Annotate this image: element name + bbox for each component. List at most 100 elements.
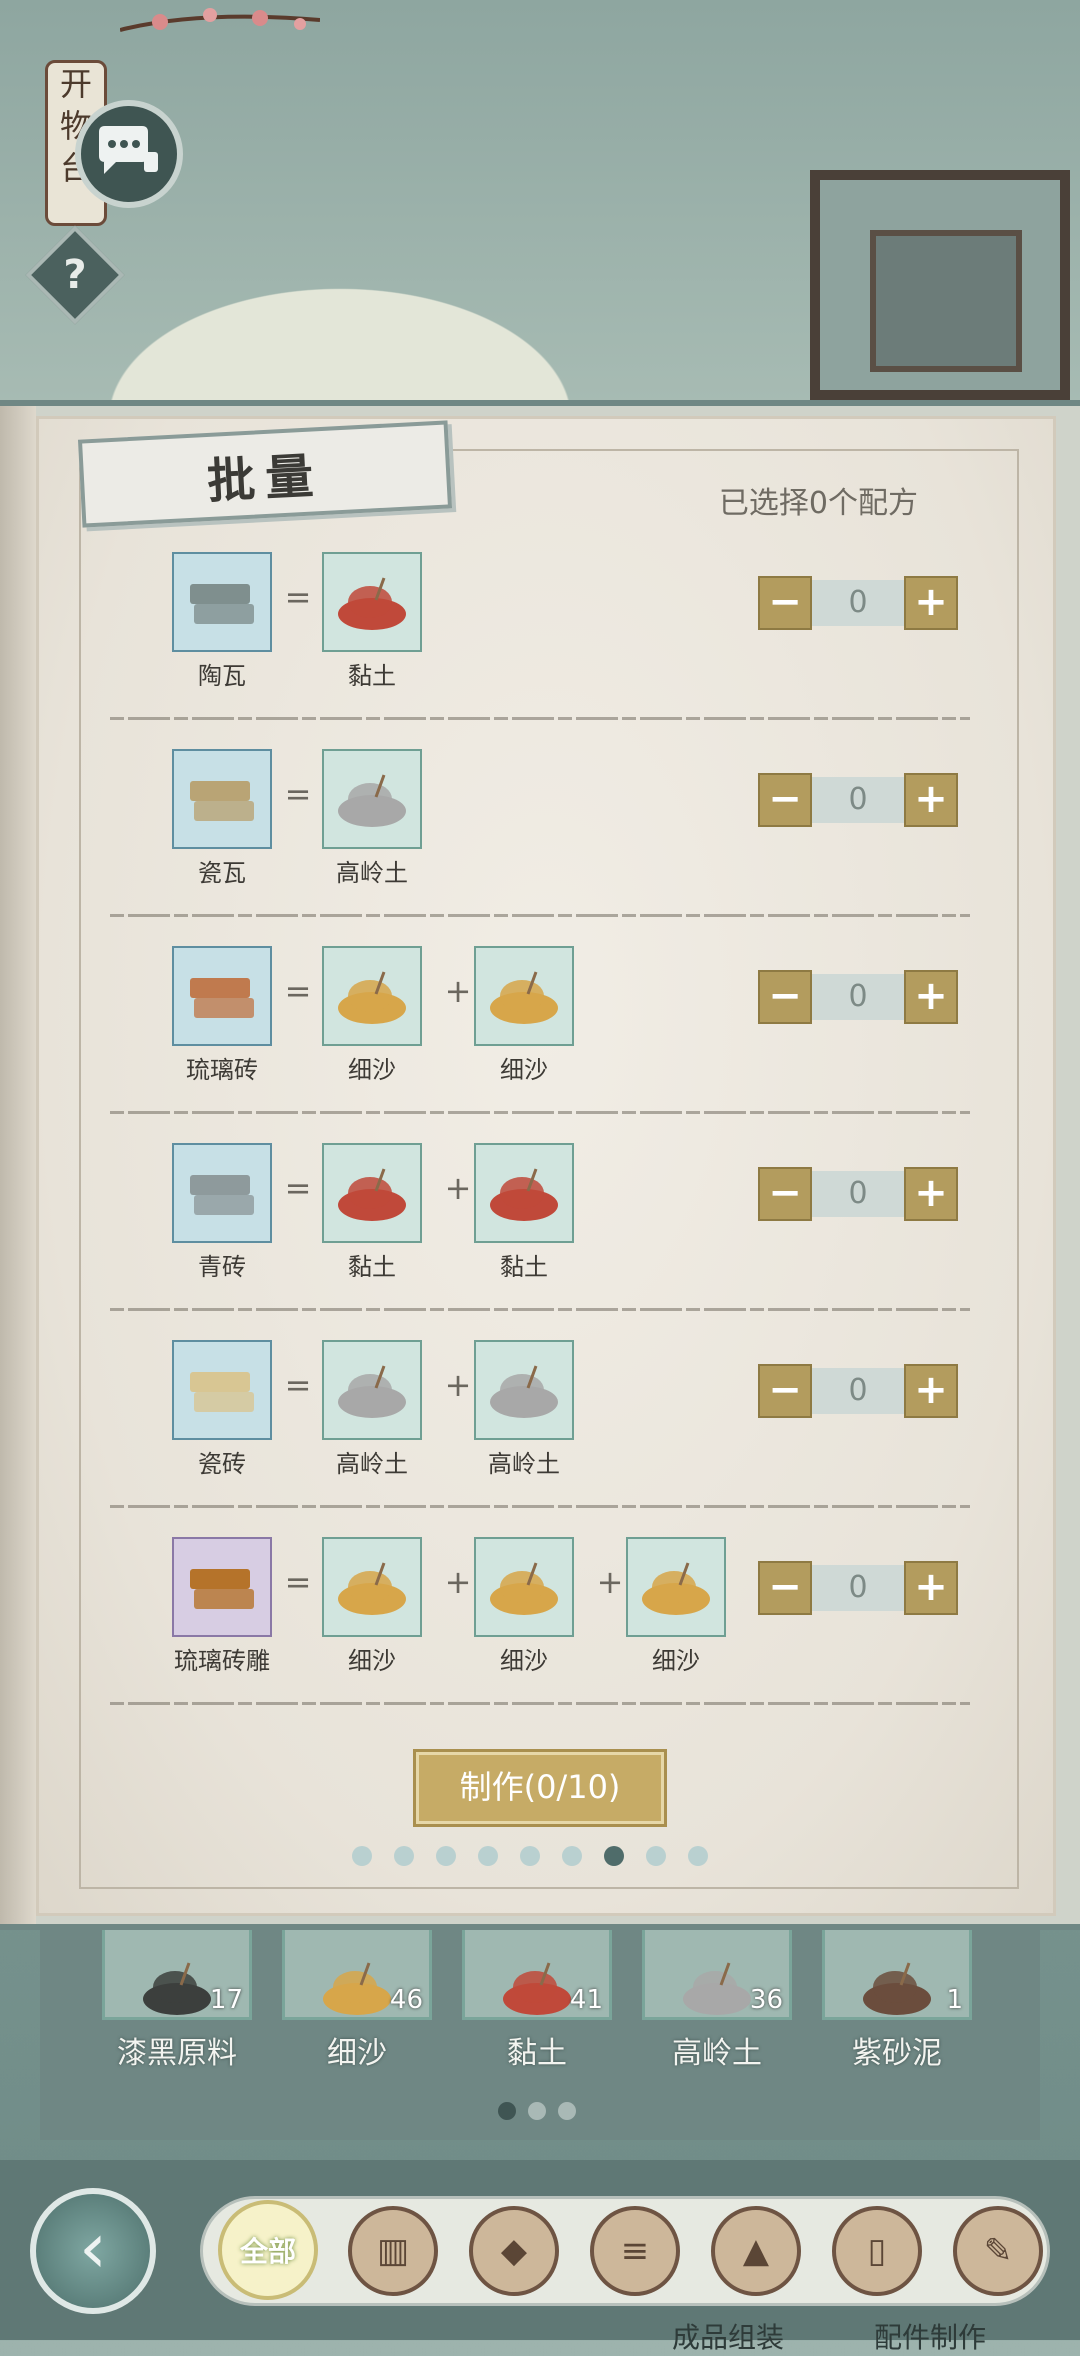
question-icon: ? — [63, 252, 87, 298]
tab-all[interactable]: 全部 — [218, 2200, 318, 2300]
chat-button[interactable] — [75, 100, 183, 208]
page-dot[interactable] — [688, 1846, 708, 1866]
recipe-row: 瓷瓦 = 高岭土 −0 + — [110, 737, 970, 917]
ingredient-label: 细沙 — [500, 1056, 548, 1084]
inventory-item[interactable]: 36 高岭土 — [642, 1930, 792, 2072]
page-dot[interactable] — [562, 1846, 582, 1866]
recipe-product[interactable]: 瓷砖 — [170, 1340, 274, 1479]
decrease-button[interactable]: − — [758, 1364, 812, 1418]
product-label: 瓷砖 — [198, 1450, 246, 1478]
inventory-item[interactable]: 41 黏土 — [462, 1930, 612, 2072]
make-button[interactable]: 制作(0/10) — [413, 1749, 667, 1827]
page-dot[interactable] — [352, 1846, 372, 1866]
ingredient-slot[interactable]: 黏土 — [320, 1143, 424, 1282]
inventory-item-icon: 1 — [822, 1930, 972, 2020]
inventory-name: 高岭土 — [672, 2036, 762, 2071]
ingredient-icon — [474, 1143, 574, 1243]
page-dot[interactable] — [436, 1846, 456, 1866]
ingredient-label: 高岭土 — [336, 859, 408, 887]
inventory-count: 1 — [946, 1985, 963, 2015]
paper-scroll-icon: ✎ — [983, 2231, 1013, 2271]
inventory-item[interactable]: 46 细沙 — [282, 1930, 432, 2072]
equals-sign: = — [284, 1169, 312, 1207]
ingredient-label: 细沙 — [348, 1056, 396, 1084]
quantity-value: 0 — [812, 777, 904, 823]
inventory-count: 41 — [569, 1985, 603, 2015]
ingredient-slot[interactable]: 细沙 — [624, 1537, 728, 1676]
ingredient-slot[interactable]: 细沙 — [320, 1537, 424, 1676]
inventory-page-dot[interactable] — [498, 2102, 516, 2120]
ingredient-label: 黏土 — [500, 1253, 548, 1281]
inventory-page-dot[interactable] — [528, 2102, 546, 2120]
tab-scroll-tile[interactable]: ▥ — [348, 2206, 438, 2296]
back-button[interactable]: ‹ — [30, 2188, 156, 2314]
ingredient-slot[interactable]: 高岭土 — [320, 749, 424, 888]
page-dot[interactable] — [394, 1846, 414, 1866]
inventory-item[interactable]: 17 漆黑原料 — [102, 1930, 252, 2072]
ingredient-slot[interactable]: 黏土 — [472, 1143, 576, 1282]
inventory-name: 黏土 — [507, 2036, 567, 2071]
product-label: 琉璃砖 — [186, 1056, 258, 1084]
tab-stone[interactable]: ◆ — [469, 2206, 559, 2296]
ingredient-icon — [322, 946, 422, 1046]
recipe-product[interactable]: 琉璃砖 — [170, 946, 274, 1085]
ingredient-icon — [322, 1537, 422, 1637]
decrease-button[interactable]: − — [758, 1561, 812, 1615]
page-dot[interactable] — [646, 1846, 666, 1866]
tab-bamboo-cups[interactable]: ▯ — [832, 2206, 922, 2296]
tab-paper-scroll[interactable]: ✎ — [953, 2206, 1043, 2296]
recipe-row: 青砖 = 黏土 + 黏土 −0 + — [110, 1131, 970, 1311]
decrease-button[interactable]: − — [758, 773, 812, 827]
increase-button[interactable]: + — [904, 773, 958, 827]
recipe-product[interactable]: 瓷瓦 — [170, 749, 274, 888]
ingredient-label: 黏土 — [348, 662, 396, 690]
recipe-product[interactable]: 青砖 — [170, 1143, 274, 1282]
panel-title: 批量 — [205, 447, 325, 510]
tab-soil-pile[interactable]: ▲ — [711, 2206, 801, 2296]
product-label: 青砖 — [198, 1253, 246, 1281]
decrease-button[interactable]: − — [758, 1167, 812, 1221]
increase-button[interactable]: + — [904, 576, 958, 630]
inventory-item-icon: 17 — [102, 1930, 252, 2020]
plum-blossom-decoration — [120, 8, 320, 32]
decrease-button[interactable]: − — [758, 970, 812, 1024]
recipe-row: 瓷砖 = 高岭土 + 高岭土 −0 + — [110, 1328, 970, 1508]
quantity-stepper: −0 + — [758, 1364, 958, 1418]
tab-wood-logs[interactable]: ≡ — [590, 2206, 680, 2296]
book-spine — [0, 406, 36, 1924]
increase-button[interactable]: + — [904, 1167, 958, 1221]
ingredient-slot[interactable]: 细沙 — [320, 946, 424, 1085]
inventory-item[interactable]: 1 紫砂泥 — [822, 1930, 972, 2072]
ingredient-icon — [626, 1537, 726, 1637]
page-dot[interactable] — [478, 1846, 498, 1866]
page-dot[interactable] — [520, 1846, 540, 1866]
inventory-page-dot[interactable] — [558, 2102, 576, 2120]
ingredient-slot[interactable]: 细沙 — [472, 946, 576, 1085]
recipe-product[interactable]: 陶瓦 — [170, 552, 274, 691]
product-icon — [172, 1537, 272, 1637]
row-divider — [110, 1505, 970, 1508]
page-dot[interactable] — [604, 1846, 624, 1866]
ingredient-slot[interactable]: 细沙 — [472, 1537, 576, 1676]
scroll-tile-icon: ▥ — [376, 2231, 410, 2271]
quantity-value: 0 — [812, 1171, 904, 1217]
decrease-button[interactable]: − — [758, 576, 812, 630]
row-divider — [110, 1308, 970, 1311]
ingredient-icon — [322, 552, 422, 652]
increase-button[interactable]: + — [904, 970, 958, 1024]
quantity-value: 0 — [812, 580, 904, 626]
page-indicator — [352, 1846, 708, 1866]
quantity-stepper: −0 + — [758, 1167, 958, 1221]
product-icon — [172, 946, 272, 1046]
ingredient-slot[interactable]: 高岭土 — [320, 1340, 424, 1479]
ingredient-icon — [474, 946, 574, 1046]
increase-button[interactable]: + — [904, 1364, 958, 1418]
increase-button[interactable]: + — [904, 1561, 958, 1615]
ingredient-slot[interactable]: 高岭土 — [472, 1340, 576, 1479]
quantity-value: 0 — [812, 1368, 904, 1414]
ingredient-label: 高岭土 — [336, 1450, 408, 1478]
quantity-value: 0 — [812, 974, 904, 1020]
recipe-product[interactable]: 琉璃砖雕 — [170, 1537, 274, 1676]
quantity-stepper: −0 + — [758, 1561, 958, 1615]
ingredient-slot[interactable]: 黏土 — [320, 552, 424, 691]
